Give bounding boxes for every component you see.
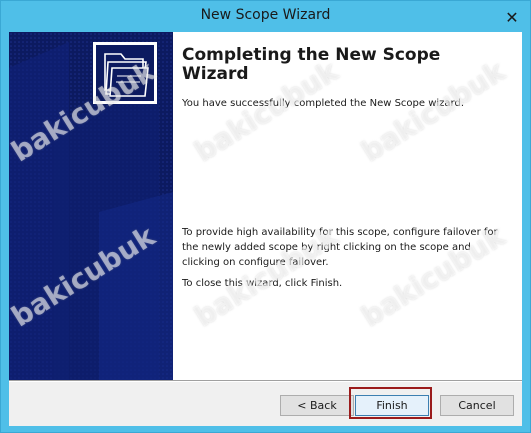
wizard-side-panel <box>9 32 173 380</box>
close-hint-text: To close this wizard, click Finish. <box>182 278 343 289</box>
window-title: New Scope Wizard <box>200 7 331 23</box>
back-button[interactable]: < Back <box>280 395 354 416</box>
finish-button[interactable]: Finish <box>355 395 429 416</box>
wizard-content: Completing the New Scope Wizard You have… <box>173 32 522 380</box>
title-bar[interactable]: New Scope Wizard ✕ <box>1 1 530 31</box>
failover-text: To provide high availability for this sc… <box>182 227 498 268</box>
page-heading: Completing the New Scope Wizard <box>182 45 441 84</box>
close-button[interactable]: ✕ <box>502 7 522 27</box>
wizard-client-area: Completing the New Scope Wizard You have… <box>9 32 522 426</box>
button-divider-highlight <box>9 381 522 382</box>
wizard-window: New Scope Wizard ✕ Completing the New Sc… <box>0 0 531 433</box>
folder-wizard-icon <box>93 42 157 104</box>
close-icon: ✕ <box>505 7 519 27</box>
side-panel-graphic <box>9 32 173 380</box>
cancel-button[interactable]: Cancel <box>440 395 514 416</box>
intro-text: You have successfully completed the New … <box>182 98 465 109</box>
